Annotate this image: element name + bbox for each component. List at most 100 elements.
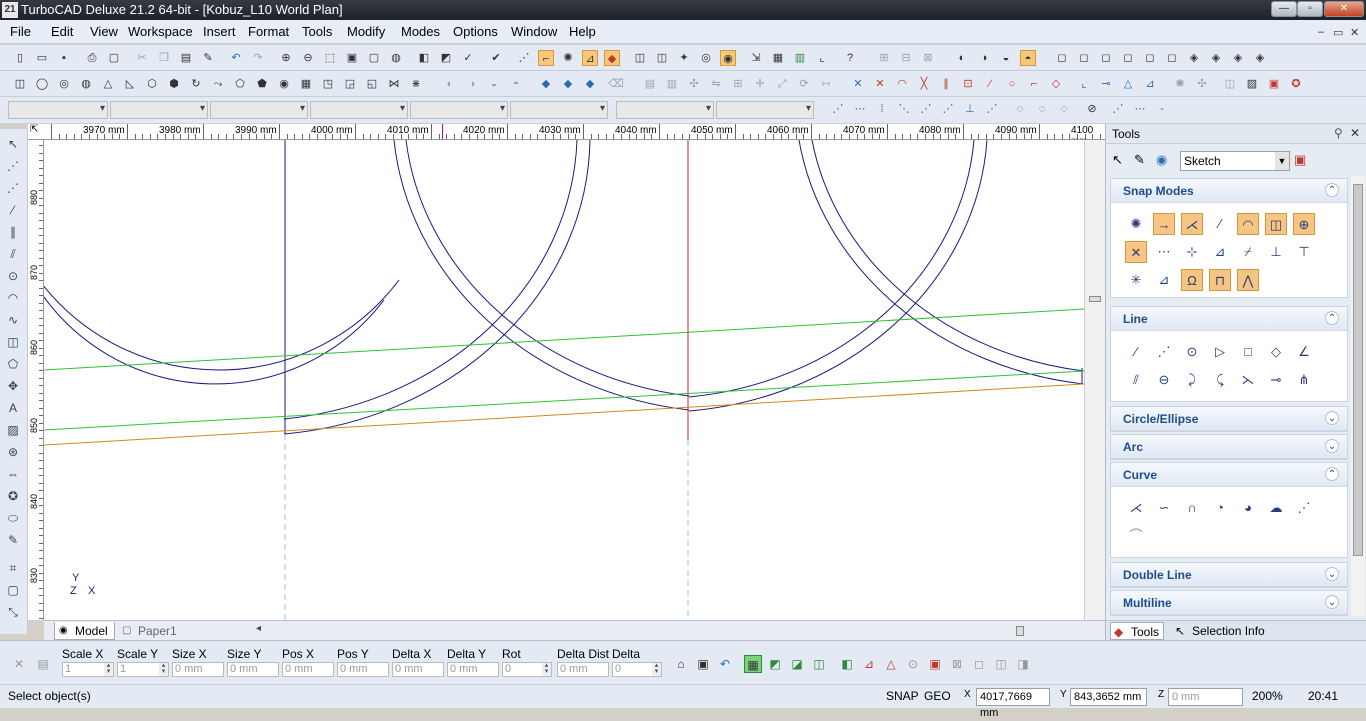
delete-object-icon[interactable]: ⊠ [948, 655, 966, 673]
delta-y-input[interactable]: 0 mm [447, 662, 499, 677]
render-tool-icon[interactable]: ✪ [4, 487, 22, 505]
full-render-icon[interactable]: ◓ [1020, 50, 1036, 66]
torus-icon[interactable]: ◍ [78, 76, 94, 92]
copy-icon[interactable]: ❐ [156, 50, 172, 66]
common-icon[interactable]: ◆ [582, 76, 598, 92]
menu-modify[interactable]: Modify [347, 24, 385, 39]
palette-globe-icon[interactable]: ◉ [1156, 152, 1167, 168]
snap-tangent-icon[interactable]: ⊹ [1181, 241, 1203, 263]
parallel-line-icon[interactable]: ⫽ [1125, 369, 1147, 391]
stitch-icon[interactable]: ⋈ [386, 76, 402, 92]
pen-scale-dropdown[interactable] [410, 101, 508, 119]
palette-pencil-icon[interactable]: ✎ [1134, 152, 1145, 168]
radial-icon[interactable]: ✣ [686, 76, 702, 92]
panel-scrollbar[interactable] [1351, 176, 1365, 616]
palette-mode-select[interactable]: Sketch ▼ [1180, 151, 1290, 171]
menu-workspace[interactable]: Workspace [128, 24, 193, 39]
camera-icon[interactable]: ◎ [698, 50, 714, 66]
snap-tangent-arc-icon[interactable]: ⌿ [1237, 241, 1259, 263]
group-icon[interactable]: ✣ [1194, 76, 1210, 92]
spinner-icon[interactable]: ▴ ▾ [104, 662, 113, 676]
color-dropdown[interactable] [110, 101, 208, 119]
snap-grid-toggle-icon[interactable]: ▦ [744, 655, 762, 673]
snap-magnet-icon[interactable]: Ω [1181, 269, 1203, 291]
tangent-arc-line-icon[interactable]: ⤹ [1209, 369, 1231, 391]
left-view-icon[interactable]: ◻ [1098, 50, 1114, 66]
horizontal-scrollbar[interactable]: ◂ ▸ [256, 623, 1126, 637]
menu-tools[interactable]: Tools [302, 24, 332, 39]
polygon-tool-icon[interactable]: ◫ [4, 333, 22, 351]
section-header[interactable]: Line ⌃ [1111, 307, 1347, 331]
snap-align-icon[interactable]: ⊤ [1293, 241, 1315, 263]
snap-ortho-icon[interactable]: ◫ [810, 655, 828, 673]
delta-x-input[interactable]: 0 mm [392, 662, 444, 677]
hatch-tool-icon[interactable]: ▨ [4, 421, 22, 439]
join-icon[interactable]: ⊸ [1098, 76, 1114, 92]
snap-middle-icon[interactable]: ⋯ [852, 101, 868, 117]
snap-icon[interactable]: ✺ [560, 50, 576, 66]
spell-check-icon[interactable]: ✔ [488, 50, 504, 66]
snap-object-icon[interactable]: ◪ [788, 655, 806, 673]
triangle-line-icon[interactable]: ▷ [1209, 341, 1231, 363]
pattern-icon[interactable]: ▥ [664, 76, 680, 92]
spiral-icon[interactable]: ◔ [1209, 497, 1231, 519]
hscroll-thumb[interactable] [1016, 626, 1024, 636]
snap-drawing-aid-icon[interactable]: ⊿ [1153, 269, 1175, 291]
circle-line-icon[interactable]: ⊙ [1181, 341, 1203, 363]
undo-step-icon[interactable]: ↶ [716, 655, 734, 673]
paste-icon[interactable]: ▤ [178, 50, 194, 66]
save-icon[interactable]: ▪ [56, 50, 72, 66]
add-icon[interactable]: ◐ [442, 76, 458, 92]
print-preview-icon[interactable]: ▢ [106, 50, 122, 66]
union-icon[interactable]: ◆ [538, 76, 554, 92]
expand-icon[interactable]: ⌄ [1325, 411, 1339, 425]
shape-icon[interactable]: ◇ [1048, 76, 1064, 92]
zoom-window-icon[interactable]: ⬚ [322, 50, 338, 66]
circle-tool-icon[interactable]: ○ [1004, 76, 1020, 92]
cut-icon[interactable]: ✂ [134, 50, 150, 66]
zoom-previous-icon[interactable]: ◍ [388, 50, 404, 66]
zoom-in-icon[interactable]: ⊕ [278, 50, 294, 66]
snap-intersection-icon[interactable]: ⋰ [918, 101, 934, 117]
cross-icon[interactable]: ╳ [916, 76, 932, 92]
zoom-page-icon[interactable]: ▢ [366, 50, 382, 66]
grid-icon[interactable]: ⋰ [516, 50, 532, 66]
spinner-icon[interactable]: ▴ ▾ [652, 662, 661, 676]
snap-axis-icon[interactable]: ◩ [766, 655, 784, 673]
snap-xy-icon[interactable]: ⋀ [1237, 269, 1259, 291]
snap-vertex-icon[interactable]: ⋰ [830, 101, 846, 117]
snap-all-icon[interactable]: ✳ [1125, 269, 1147, 291]
scroll-thumb[interactable] [1089, 296, 1101, 302]
snap-perpendicular-icon[interactable]: ⊥ [962, 101, 978, 117]
line-tool-icon[interactable]: ⁄ [4, 201, 22, 219]
section-header[interactable]: Double Line ⌄ [1111, 563, 1347, 587]
drawing-canvas[interactable]: Y Z X [44, 140, 1084, 620]
snap-vertex-icon[interactable]: → [1153, 213, 1175, 235]
shell-icon[interactable]: ⬟ [254, 76, 270, 92]
delta-dist-input[interactable]: 0 mm [557, 662, 609, 677]
bezier-icon[interactable]: ∽ [1153, 497, 1175, 519]
collapse-icon[interactable]: ⌃ [1325, 183, 1339, 197]
move-tool-icon[interactable]: ✥ [4, 377, 22, 395]
wire-render-icon[interactable]: ◐ [954, 50, 970, 66]
array-icon[interactable]: ▤ [642, 76, 658, 92]
undo-icon[interactable]: ↶ [228, 50, 244, 66]
perpendicular-line-icon[interactable]: ⤸ [1181, 369, 1203, 391]
snap-circle-icon[interactable]: ◌ [1012, 101, 1028, 117]
mdi-restore-button[interactable]: ▭ [1333, 26, 1343, 39]
loft-icon[interactable]: ⬠ [232, 76, 248, 92]
section-header[interactable]: Snap Modes ⌃ [1111, 179, 1347, 203]
select-workplane-icon[interactable]: ⇲ [748, 50, 764, 66]
panel-close-icon[interactable]: ✕ [1350, 126, 1360, 140]
check-icon[interactable]: ✓ [460, 50, 476, 66]
delta-ang-input[interactable]: 0 ▴ ▾ [612, 662, 662, 677]
collapse-icon[interactable]: ⌃ [1325, 311, 1339, 325]
double-line-tool-icon[interactable]: ∥ [4, 223, 22, 241]
spline-icon[interactable]: ⋌ [1125, 497, 1147, 519]
mirror-icon[interactable]: ⇋ [708, 76, 724, 92]
finish-icon[interactable]: ⌂ [672, 655, 690, 673]
menu-format[interactable]: Format [248, 24, 289, 39]
pen-style-dropdown[interactable] [210, 101, 308, 119]
measure-tool-icon[interactable]: ⤡ [4, 603, 22, 621]
print-icon[interactable]: ⎙ [84, 50, 100, 66]
